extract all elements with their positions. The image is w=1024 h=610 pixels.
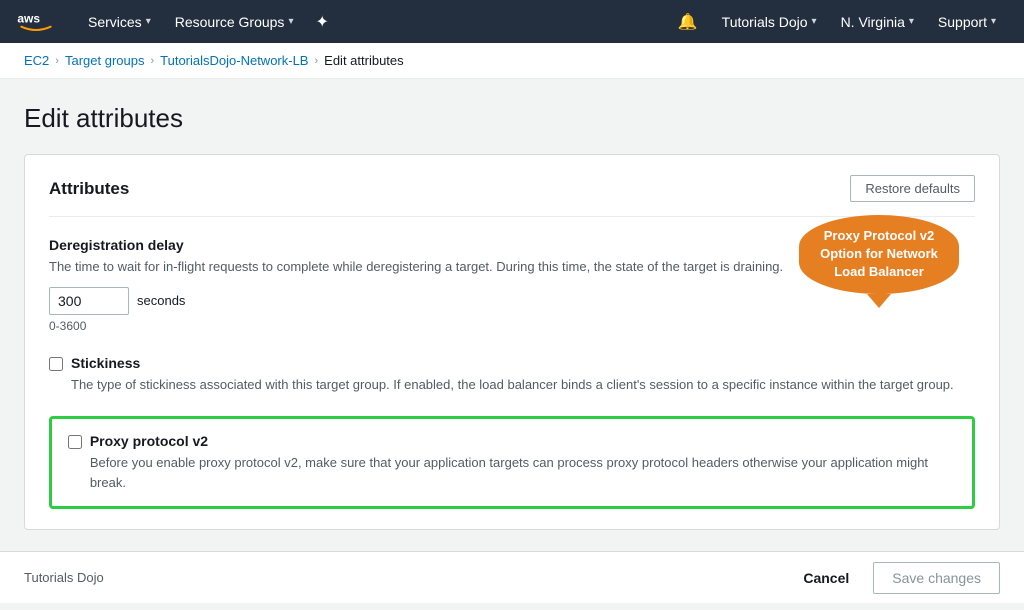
stickiness-label: Stickiness [71, 355, 954, 371]
stickiness-checkbox[interactable] [49, 357, 63, 371]
bookmarks-icon[interactable]: ✦ [305, 0, 338, 43]
breadcrumb-ec2[interactable]: EC2 [24, 53, 49, 68]
card-title: Attributes [49, 179, 129, 199]
services-menu[interactable]: Services ▾ [76, 0, 163, 43]
breadcrumb-sep-1: › [55, 55, 59, 67]
breadcrumb: EC2 › Target groups › TutorialsDojo-Netw… [0, 43, 1024, 79]
attributes-card: Proxy Protocol v2 Option for Network Loa… [24, 154, 1000, 530]
region-menu[interactable]: N. Virginia ▾ [829, 0, 926, 43]
breadcrumb-target-groups[interactable]: Target groups [65, 53, 145, 68]
region-chevron-icon: ▾ [909, 16, 914, 27]
stickiness-checkbox-row: Stickiness The type of stickiness associ… [49, 355, 975, 395]
card-header: Attributes Restore defaults [49, 175, 975, 217]
main-content: Edit attributes Proxy Protocol v2 Option… [0, 79, 1024, 610]
proxy-protocol-checkbox-row: Proxy protocol v2 Before you enable prox… [68, 433, 956, 492]
breadcrumb-current: Edit attributes [324, 53, 404, 68]
footer-brand: Tutorials Dojo [24, 570, 104, 585]
cancel-button[interactable]: Cancel [791, 564, 861, 592]
services-label: Services [88, 14, 142, 30]
support-label: Support [938, 14, 987, 30]
page-title: Edit attributes [24, 103, 1000, 134]
tutorials-dojo-label: Tutorials Dojo [722, 14, 808, 30]
proxy-protocol-section: Proxy protocol v2 Before you enable prox… [49, 416, 975, 509]
proxy-protocol-checkbox[interactable] [68, 435, 82, 449]
resource-groups-label: Resource Groups [175, 14, 285, 30]
breadcrumb-sep-2: › [150, 55, 154, 67]
stickiness-content: Stickiness The type of stickiness associ… [71, 355, 954, 395]
svg-text:aws: aws [17, 11, 40, 25]
proxy-protocol-desc: Before you enable proxy protocol v2, mak… [90, 453, 956, 492]
breadcrumb-sep-3: › [314, 55, 318, 67]
stickiness-desc: The type of stickiness associated with t… [71, 375, 954, 395]
resource-groups-chevron-icon: ▾ [288, 16, 293, 27]
proxy-protocol-label: Proxy protocol v2 [90, 433, 956, 449]
save-changes-button[interactable]: Save changes [873, 562, 1000, 594]
breadcrumb-lb-name[interactable]: TutorialsDojo-Network-LB [160, 53, 308, 68]
support-chevron-icon: ▾ [991, 16, 996, 27]
footer-actions: Cancel Save changes [791, 562, 1000, 594]
top-navigation: aws Services ▾ Resource Groups ▾ ✦ 🔔 Tut… [0, 0, 1024, 43]
deregistration-range: 0-3600 [49, 319, 975, 333]
support-menu[interactable]: Support ▾ [926, 0, 1008, 43]
proxy-protocol-content: Proxy protocol v2 Before you enable prox… [90, 433, 956, 492]
proxy-protocol-tooltip: Proxy Protocol v2 Option for Network Loa… [799, 215, 959, 294]
deregistration-unit: seconds [137, 293, 185, 308]
region-label: N. Virginia [841, 14, 905, 30]
nav-right: 🔔 Tutorials Dojo ▾ N. Virginia ▾ Support… [666, 0, 1008, 43]
tutorials-dojo-chevron-icon: ▾ [812, 16, 817, 27]
stickiness-section: Stickiness The type of stickiness associ… [49, 355, 975, 395]
deregistration-input-row: seconds [49, 287, 975, 315]
resource-groups-menu[interactable]: Resource Groups ▾ [163, 0, 306, 43]
notifications-icon[interactable]: 🔔 [666, 0, 710, 43]
footer: Tutorials Dojo Cancel Save changes [0, 551, 1024, 603]
services-chevron-icon: ▾ [146, 16, 151, 27]
deregistration-delay-input[interactable] [49, 287, 129, 315]
tutorials-dojo-menu[interactable]: Tutorials Dojo ▾ [710, 0, 829, 43]
aws-logo[interactable]: aws [16, 8, 56, 36]
restore-defaults-button[interactable]: Restore defaults [850, 175, 975, 202]
